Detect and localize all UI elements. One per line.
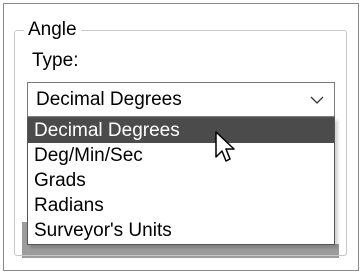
chevron-down-icon[interactable]: [309, 92, 325, 108]
mouse-pointer-icon: [214, 131, 240, 165]
dropdown-option-deg-min-sec[interactable]: Deg/Min/Sec: [28, 143, 334, 168]
type-label: Type:: [32, 50, 79, 71]
dropdown-option-surveyors-units[interactable]: Surveyor's Units: [28, 218, 334, 243]
type-combobox-value: Decimal Degrees: [36, 89, 182, 110]
dropdown-option-radians[interactable]: Radians: [28, 193, 334, 218]
dropdown-option-grads[interactable]: Grads: [28, 168, 334, 193]
dropdown-option-decimal-degrees[interactable]: Decimal Degrees: [28, 118, 334, 143]
angle-group-title: Angle: [24, 19, 81, 41]
type-dropdown-list[interactable]: Decimal Degrees Deg/Min/Sec Grads Radian…: [27, 117, 335, 245]
type-combobox[interactable]: Decimal Degrees: [27, 82, 335, 117]
